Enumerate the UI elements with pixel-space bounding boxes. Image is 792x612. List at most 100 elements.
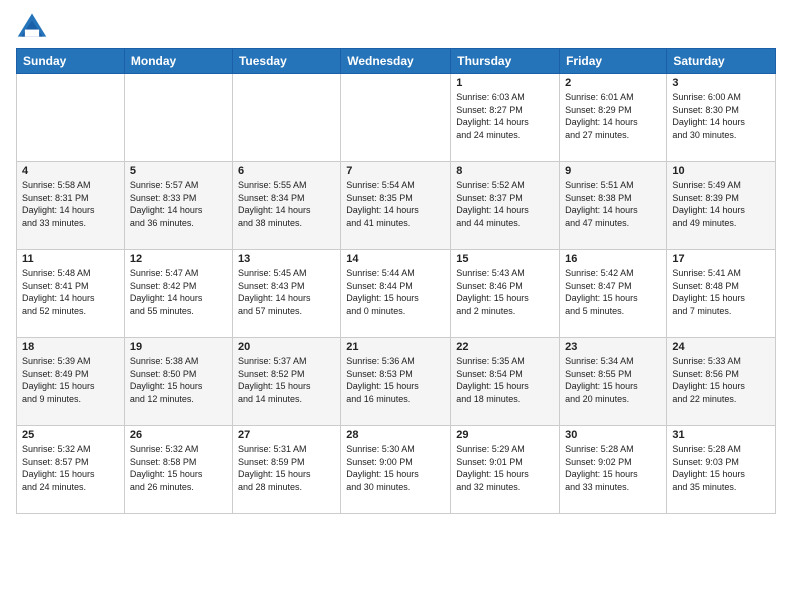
day-info: Sunrise: 5:57 AM Sunset: 8:33 PM Dayligh…: [130, 179, 227, 229]
calendar-cell: 18 Sunrise: 5:39 AM Sunset: 8:49 PM Dayli…: [17, 338, 125, 426]
calendar-cell: 5 Sunrise: 5:57 AM Sunset: 8:33 PM Daylig…: [124, 162, 232, 250]
calendar-cell: 27Sunrise: 5:31 AM Sunset: 8:59 PM Dayli…: [232, 426, 340, 514]
day-info: Sunrise: 5:39 AM Sunset: 8:49 PM Dayligh…: [22, 355, 119, 405]
day-number: 15: [456, 253, 554, 265]
day-number: 16: [565, 253, 661, 265]
calendar-cell: 29Sunrise: 5:29 AM Sunset: 9:01 PM Dayli…: [451, 426, 560, 514]
calendar-cell: 13 Sunrise: 5:45 AM Sunset: 8:43 PM Dayli…: [232, 250, 340, 338]
calendar-cell: 24Sunrise: 5:33 AM Sunset: 8:56 PM Dayli…: [667, 338, 776, 426]
calendar-cell: 2Sunrise: 6:01 AM Sunset: 8:29 PM Daylig…: [560, 74, 667, 162]
day-number: 19: [130, 341, 227, 353]
day-info: Sunrise: 5:58 AM Sunset: 8:31 PM Dayligh…: [22, 179, 119, 229]
day-number: 24: [672, 341, 770, 353]
col-header-wednesday: Wednesday: [341, 49, 451, 74]
day-info: Sunrise: 5:30 AM Sunset: 9:00 PM Dayligh…: [346, 443, 445, 493]
header: [16, 10, 776, 42]
day-number: 13: [238, 253, 335, 265]
day-info: Sunrise: 5:47 AM Sunset: 8:42 PM Dayligh…: [130, 267, 227, 317]
col-header-monday: Monday: [124, 49, 232, 74]
day-info: Sunrise: 5:36 AM Sunset: 8:53 PM Dayligh…: [346, 355, 445, 405]
day-number: 23: [565, 341, 661, 353]
calendar-cell: 8Sunrise: 5:52 AM Sunset: 8:37 PM Daylig…: [451, 162, 560, 250]
calendar-cell: 3 Sunrise: 6:00 AM Sunset: 8:30 PM Daylig…: [667, 74, 776, 162]
calendar-cell: [232, 74, 340, 162]
day-number: 9: [565, 165, 661, 177]
day-number: 14: [346, 253, 445, 265]
logo-icon: [16, 10, 48, 42]
day-number: 1: [456, 77, 554, 89]
day-info: Sunrise: 5:43 AM Sunset: 8:46 PM Dayligh…: [456, 267, 554, 317]
calendar-cell: 30 Sunrise: 5:28 AM Sunset: 9:02 PM Dayli…: [560, 426, 667, 514]
day-number: 30: [565, 429, 661, 441]
day-number: 31: [672, 429, 770, 441]
col-header-sunday: Sunday: [17, 49, 125, 74]
calendar-cell: 7Sunrise: 5:54 AM Sunset: 8:35 PM Daylig…: [341, 162, 451, 250]
calendar: SundayMondayTuesdayWednesdayThursdayFrid…: [16, 48, 776, 514]
day-number: 25: [22, 429, 119, 441]
calendar-week-4: 18 Sunrise: 5:39 AM Sunset: 8:49 PM Dayli…: [17, 338, 776, 426]
calendar-cell: 14 Sunrise: 5:44 AM Sunset: 8:44 PM Dayli…: [341, 250, 451, 338]
calendar-cell: 9 Sunrise: 5:51 AM Sunset: 8:38 PM Daylig…: [560, 162, 667, 250]
calendar-week-2: 4 Sunrise: 5:58 AM Sunset: 8:31 PM Daylig…: [17, 162, 776, 250]
calendar-cell: 26 Sunrise: 5:32 AM Sunset: 8:58 PM Dayli…: [124, 426, 232, 514]
day-info: Sunrise: 5:34 AM Sunset: 8:55 PM Dayligh…: [565, 355, 661, 405]
day-info: Sunrise: 5:28 AM Sunset: 9:02 PM Dayligh…: [565, 443, 661, 493]
day-info: Sunrise: 5:49 AM Sunset: 8:39 PM Dayligh…: [672, 179, 770, 229]
day-info: Sunrise: 5:44 AM Sunset: 8:44 PM Dayligh…: [346, 267, 445, 317]
calendar-cell: 12 Sunrise: 5:47 AM Sunset: 8:42 PM Dayli…: [124, 250, 232, 338]
day-number: 22: [456, 341, 554, 353]
day-number: 6: [238, 165, 335, 177]
day-info: Sunrise: 5:42 AM Sunset: 8:47 PM Dayligh…: [565, 267, 661, 317]
day-info: Sunrise: 5:45 AM Sunset: 8:43 PM Dayligh…: [238, 267, 335, 317]
calendar-cell: 25 Sunrise: 5:32 AM Sunset: 8:57 PM Dayli…: [17, 426, 125, 514]
calendar-cell: 16 Sunrise: 5:42 AM Sunset: 8:47 PM Dayli…: [560, 250, 667, 338]
calendar-cell: 10Sunrise: 5:49 AM Sunset: 8:39 PM Dayli…: [667, 162, 776, 250]
calendar-cell: 22 Sunrise: 5:35 AM Sunset: 8:54 PM Dayli…: [451, 338, 560, 426]
calendar-header-row: SundayMondayTuesdayWednesdayThursdayFrid…: [17, 49, 776, 74]
col-header-friday: Friday: [560, 49, 667, 74]
day-info: Sunrise: 5:38 AM Sunset: 8:50 PM Dayligh…: [130, 355, 227, 405]
day-info: Sunrise: 5:29 AM Sunset: 9:01 PM Dayligh…: [456, 443, 554, 493]
calendar-cell: 17 Sunrise: 5:41 AM Sunset: 8:48 PM Dayli…: [667, 250, 776, 338]
calendar-cell: [124, 74, 232, 162]
day-info: Sunrise: 6:00 AM Sunset: 8:30 PM Dayligh…: [672, 91, 770, 141]
day-info: Sunrise: 5:28 AM Sunset: 9:03 PM Dayligh…: [672, 443, 770, 493]
day-info: Sunrise: 5:35 AM Sunset: 8:54 PM Dayligh…: [456, 355, 554, 405]
day-number: 28: [346, 429, 445, 441]
day-info: Sunrise: 5:37 AM Sunset: 8:52 PM Dayligh…: [238, 355, 335, 405]
logo: [16, 10, 52, 42]
day-number: 4: [22, 165, 119, 177]
col-header-thursday: Thursday: [451, 49, 560, 74]
calendar-cell: 1 Sunrise: 6:03 AM Sunset: 8:27 PM Daylig…: [451, 74, 560, 162]
day-number: 27: [238, 429, 335, 441]
calendar-cell: 15 Sunrise: 5:43 AM Sunset: 8:46 PM Dayli…: [451, 250, 560, 338]
calendar-cell: 4 Sunrise: 5:58 AM Sunset: 8:31 PM Daylig…: [17, 162, 125, 250]
day-number: 2: [565, 77, 661, 89]
day-number: 18: [22, 341, 119, 353]
day-number: 5: [130, 165, 227, 177]
day-number: 3: [672, 77, 770, 89]
day-info: Sunrise: 6:03 AM Sunset: 8:27 PM Dayligh…: [456, 91, 554, 141]
col-header-saturday: Saturday: [667, 49, 776, 74]
day-number: 21: [346, 341, 445, 353]
calendar-cell: 23 Sunrise: 5:34 AM Sunset: 8:55 PM Dayli…: [560, 338, 667, 426]
page: SundayMondayTuesdayWednesdayThursdayFrid…: [0, 0, 792, 524]
day-info: Sunrise: 5:32 AM Sunset: 8:58 PM Dayligh…: [130, 443, 227, 493]
day-number: 26: [130, 429, 227, 441]
day-info: Sunrise: 5:32 AM Sunset: 8:57 PM Dayligh…: [22, 443, 119, 493]
calendar-cell: [341, 74, 451, 162]
calendar-cell: 19 Sunrise: 5:38 AM Sunset: 8:50 PM Dayli…: [124, 338, 232, 426]
day-number: 12: [130, 253, 227, 265]
calendar-week-3: 11Sunrise: 5:48 AM Sunset: 8:41 PM Dayli…: [17, 250, 776, 338]
calendar-week-1: 1 Sunrise: 6:03 AM Sunset: 8:27 PM Daylig…: [17, 74, 776, 162]
day-info: Sunrise: 5:41 AM Sunset: 8:48 PM Dayligh…: [672, 267, 770, 317]
calendar-cell: 20 Sunrise: 5:37 AM Sunset: 8:52 PM Dayli…: [232, 338, 340, 426]
day-number: 8: [456, 165, 554, 177]
calendar-cell: 6 Sunrise: 5:55 AM Sunset: 8:34 PM Daylig…: [232, 162, 340, 250]
day-info: Sunrise: 5:55 AM Sunset: 8:34 PM Dayligh…: [238, 179, 335, 229]
day-number: 17: [672, 253, 770, 265]
day-number: 7: [346, 165, 445, 177]
day-info: Sunrise: 5:51 AM Sunset: 8:38 PM Dayligh…: [565, 179, 661, 229]
day-number: 20: [238, 341, 335, 353]
calendar-cell: 31 Sunrise: 5:28 AM Sunset: 9:03 PM Dayli…: [667, 426, 776, 514]
